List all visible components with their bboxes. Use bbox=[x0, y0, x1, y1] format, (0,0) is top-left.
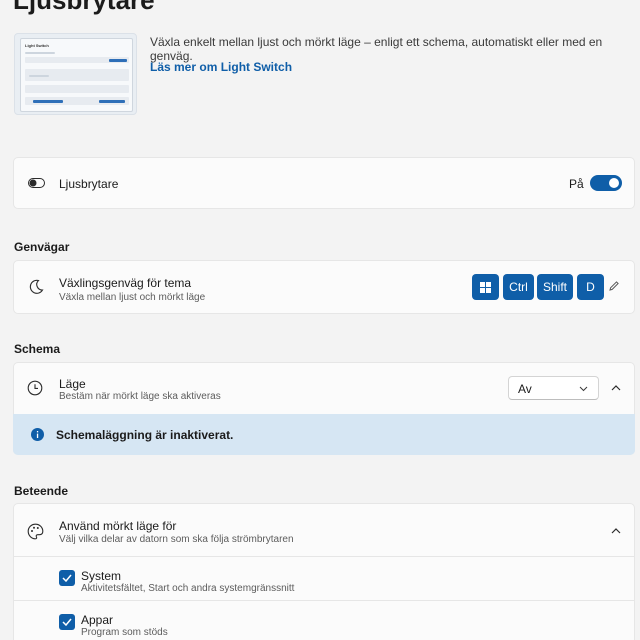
behavior-divider-2 bbox=[13, 600, 635, 601]
apps-checkbox[interactable] bbox=[59, 614, 75, 630]
shortcuts-section-label: Genvägar bbox=[14, 240, 70, 254]
collapse-chevron-up-icon[interactable] bbox=[609, 382, 623, 394]
shortcut-title: Växlingsgenväg för tema bbox=[59, 276, 192, 290]
main-toggle-state: På bbox=[569, 177, 584, 191]
behavior-section-label: Beteende bbox=[14, 484, 69, 498]
hero-description: Växla enkelt mellan ljust och mörkt läge… bbox=[150, 35, 603, 63]
palette-icon bbox=[26, 522, 44, 540]
behavior-collapse-chevron-up-icon[interactable] bbox=[609, 525, 623, 537]
apps-option-subtitle: Program som stöds bbox=[81, 627, 168, 638]
moon-icon bbox=[27, 278, 45, 296]
key-win bbox=[472, 274, 499, 300]
schedule-mode-dropdown[interactable]: Av bbox=[508, 376, 599, 400]
main-toggle-switch[interactable] bbox=[590, 175, 622, 191]
main-toggle-label: Ljusbrytare bbox=[59, 177, 119, 191]
key-shift: Shift bbox=[537, 274, 573, 300]
apps-option-title: Appar bbox=[81, 613, 114, 627]
toggle-switch-icon bbox=[27, 176, 45, 190]
hero-illustration: Light Switch bbox=[14, 33, 137, 115]
system-option-subtitle: Aktivitetsfältet, Start och andra system… bbox=[81, 583, 295, 594]
schedule-mode-subtitle: Bestäm när mörkt läge ska aktiveras bbox=[59, 391, 221, 402]
checkmark-icon bbox=[62, 574, 72, 582]
clock-icon bbox=[26, 379, 44, 397]
windows-logo-icon bbox=[480, 281, 491, 293]
behavior-subtitle: Välj vilka delar av datorn som ska följa… bbox=[59, 534, 294, 545]
schedule-info-text: Schemaläggning är inaktiverat. bbox=[56, 428, 234, 442]
shortcut-subtitle: Växla mellan ljust och mörkt läge bbox=[59, 292, 206, 303]
hero-thumb-title: Light Switch bbox=[25, 43, 49, 48]
system-option-title: System bbox=[81, 569, 122, 583]
key-d: D bbox=[577, 274, 604, 300]
schedule-section-label: Schema bbox=[14, 342, 61, 356]
info-icon bbox=[30, 427, 44, 441]
schedule-mode-title: Läge bbox=[59, 377, 86, 391]
checkmark-icon bbox=[62, 618, 72, 626]
dropdown-selected-value: Av bbox=[518, 382, 532, 396]
hero-thumb-window: Light Switch bbox=[20, 38, 133, 112]
chevron-down-icon bbox=[578, 384, 588, 394]
key-ctrl: Ctrl bbox=[503, 274, 534, 300]
behavior-divider-1 bbox=[13, 556, 635, 557]
page-title: Ljusbrytare bbox=[13, 0, 155, 15]
learn-more-link[interactable]: Läs mer om Light Switch bbox=[150, 60, 292, 74]
toggle-knob bbox=[609, 178, 619, 188]
behavior-title: Använd mörkt läge för bbox=[59, 519, 177, 533]
system-checkbox[interactable] bbox=[59, 570, 75, 586]
edit-shortcut-pencil-icon[interactable] bbox=[607, 279, 621, 293]
